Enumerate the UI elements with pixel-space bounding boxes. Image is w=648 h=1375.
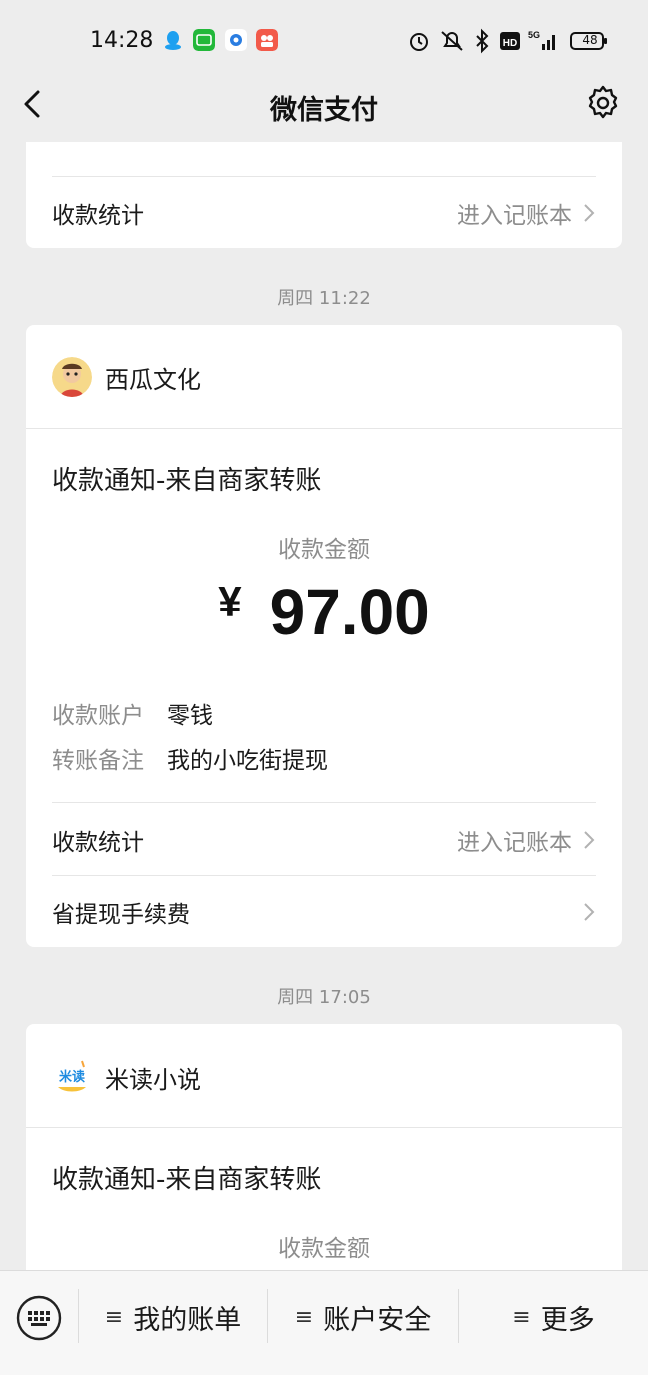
menu-icon: ≡	[294, 1304, 314, 1330]
chevron-right-icon	[584, 831, 595, 849]
iqiyi-icon	[193, 29, 215, 51]
payment-message-card: 西瓜文化 收款通知-来自商家转账 收款金额 ¥97.00 收款账户 零钱 转账备…	[26, 325, 622, 947]
merchant-avatar: 米读	[52, 1057, 92, 1097]
hd-icon: HD	[500, 32, 520, 50]
menu-my-bills[interactable]: ≡ 我的账单	[79, 1291, 267, 1343]
amount-value: 97.00	[269, 576, 430, 648]
merchant-header[interactable]: 米读 米读小说	[52, 1057, 201, 1097]
detail-row: 收款账户 零钱	[52, 696, 213, 730]
merchant-name: 米读小说	[105, 1065, 201, 1094]
stats-label: 收款统计	[52, 830, 144, 856]
amount-display: ¥97.00	[26, 575, 622, 649]
message-time: 周四 11:22	[277, 288, 371, 309]
divider	[26, 1127, 622, 1128]
merchant-name: 西瓜文化	[105, 365, 201, 394]
svg-text:HD: HD	[503, 38, 517, 49]
detail-row: 转账备注 我的小吃街提现	[52, 741, 328, 775]
menu-icon: ≡	[104, 1304, 124, 1330]
amount-label: 收款金额	[278, 1236, 370, 1262]
menu-item-label: 我的账单	[133, 1304, 242, 1336]
qq-icon	[165, 31, 181, 50]
amount-label: 收款金额	[278, 537, 370, 563]
browser-icon	[225, 29, 247, 51]
notice-title: 收款通知-来自商家转账	[52, 466, 322, 496]
detail-key: 转账备注	[52, 748, 144, 774]
merchant-header[interactable]: 西瓜文化	[52, 357, 201, 397]
nav-bar: 微信支付	[0, 80, 648, 142]
bottom-menu-bar: ≡ 我的账单 ≡ 账户安全 ≡ 更多	[0, 1270, 648, 1375]
menu-more[interactable]: ≡ 更多	[459, 1291, 648, 1343]
fee-label: 省提现手续费	[52, 902, 190, 928]
svg-text:米读: 米读	[59, 1069, 85, 1085]
ledger-link: 进入记账本	[457, 830, 572, 856]
currency-symbol: ¥	[218, 578, 242, 625]
stats-row[interactable]: 收款统计 进入记账本	[52, 805, 596, 875]
notice-title: 收款通知-来自商家转账	[52, 1165, 322, 1195]
chevron-right-icon	[584, 204, 595, 222]
fee-row[interactable]: 省提现手续费	[52, 877, 596, 947]
divider	[26, 428, 622, 429]
status-time: 14:28	[90, 28, 154, 53]
page-title: 微信支付	[270, 95, 378, 126]
chevron-right-icon	[584, 903, 595, 921]
stats-row[interactable]: 收款统计 进入记账本	[52, 178, 596, 248]
mute-icon	[441, 31, 463, 51]
divider	[52, 802, 596, 803]
menu-account-security[interactable]: ≡ 账户安全	[268, 1291, 458, 1343]
previous-message-card: 收款统计 进入记账本	[26, 142, 622, 248]
ledger-link: 进入记账本	[457, 203, 572, 229]
keyboard-toggle-icon[interactable]	[16, 1295, 62, 1341]
message-time: 周四 17:05	[277, 987, 371, 1008]
detail-value: 我的小吃街提现	[167, 748, 328, 774]
alarm-icon	[410, 33, 428, 51]
bluetooth-icon	[476, 28, 489, 54]
merchant-avatar	[52, 357, 92, 397]
video-app-icon	[256, 29, 278, 51]
divider	[52, 176, 596, 177]
menu-icon: ≡	[512, 1304, 531, 1330]
stats-label: 收款统计	[52, 203, 144, 229]
detail-value: 零钱	[167, 703, 213, 729]
detail-key: 收款账户	[52, 703, 144, 729]
svg-text:5G: 5G	[528, 30, 540, 40]
menu-item-label: 账户安全	[323, 1304, 432, 1336]
divider	[52, 875, 596, 876]
signal-icon: 5G	[528, 30, 555, 50]
status-bar: 14:28 HD 5G 48	[0, 0, 648, 80]
menu-item-label: 更多	[540, 1304, 595, 1336]
battery-level: 48	[582, 33, 598, 47]
settings-gear-icon[interactable]	[584, 84, 622, 122]
